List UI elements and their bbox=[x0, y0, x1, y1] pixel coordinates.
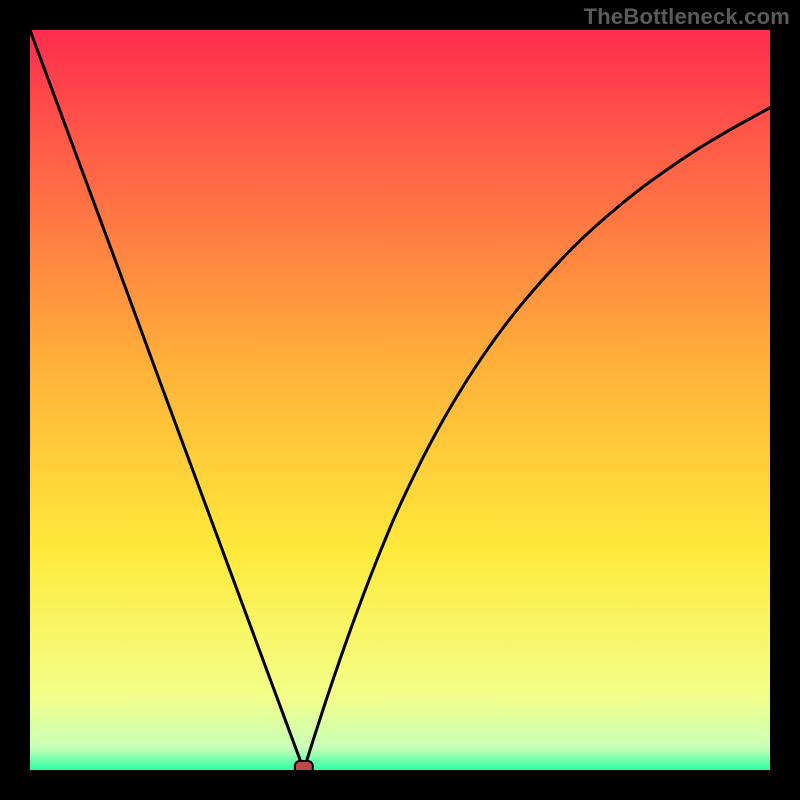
gradient-background bbox=[30, 30, 770, 770]
chart-frame: TheBottleneck.com bbox=[0, 0, 800, 800]
watermark-text: TheBottleneck.com bbox=[584, 4, 790, 30]
minimum-marker bbox=[295, 761, 313, 770]
plot-area bbox=[30, 30, 770, 770]
chart-svg bbox=[30, 30, 770, 770]
